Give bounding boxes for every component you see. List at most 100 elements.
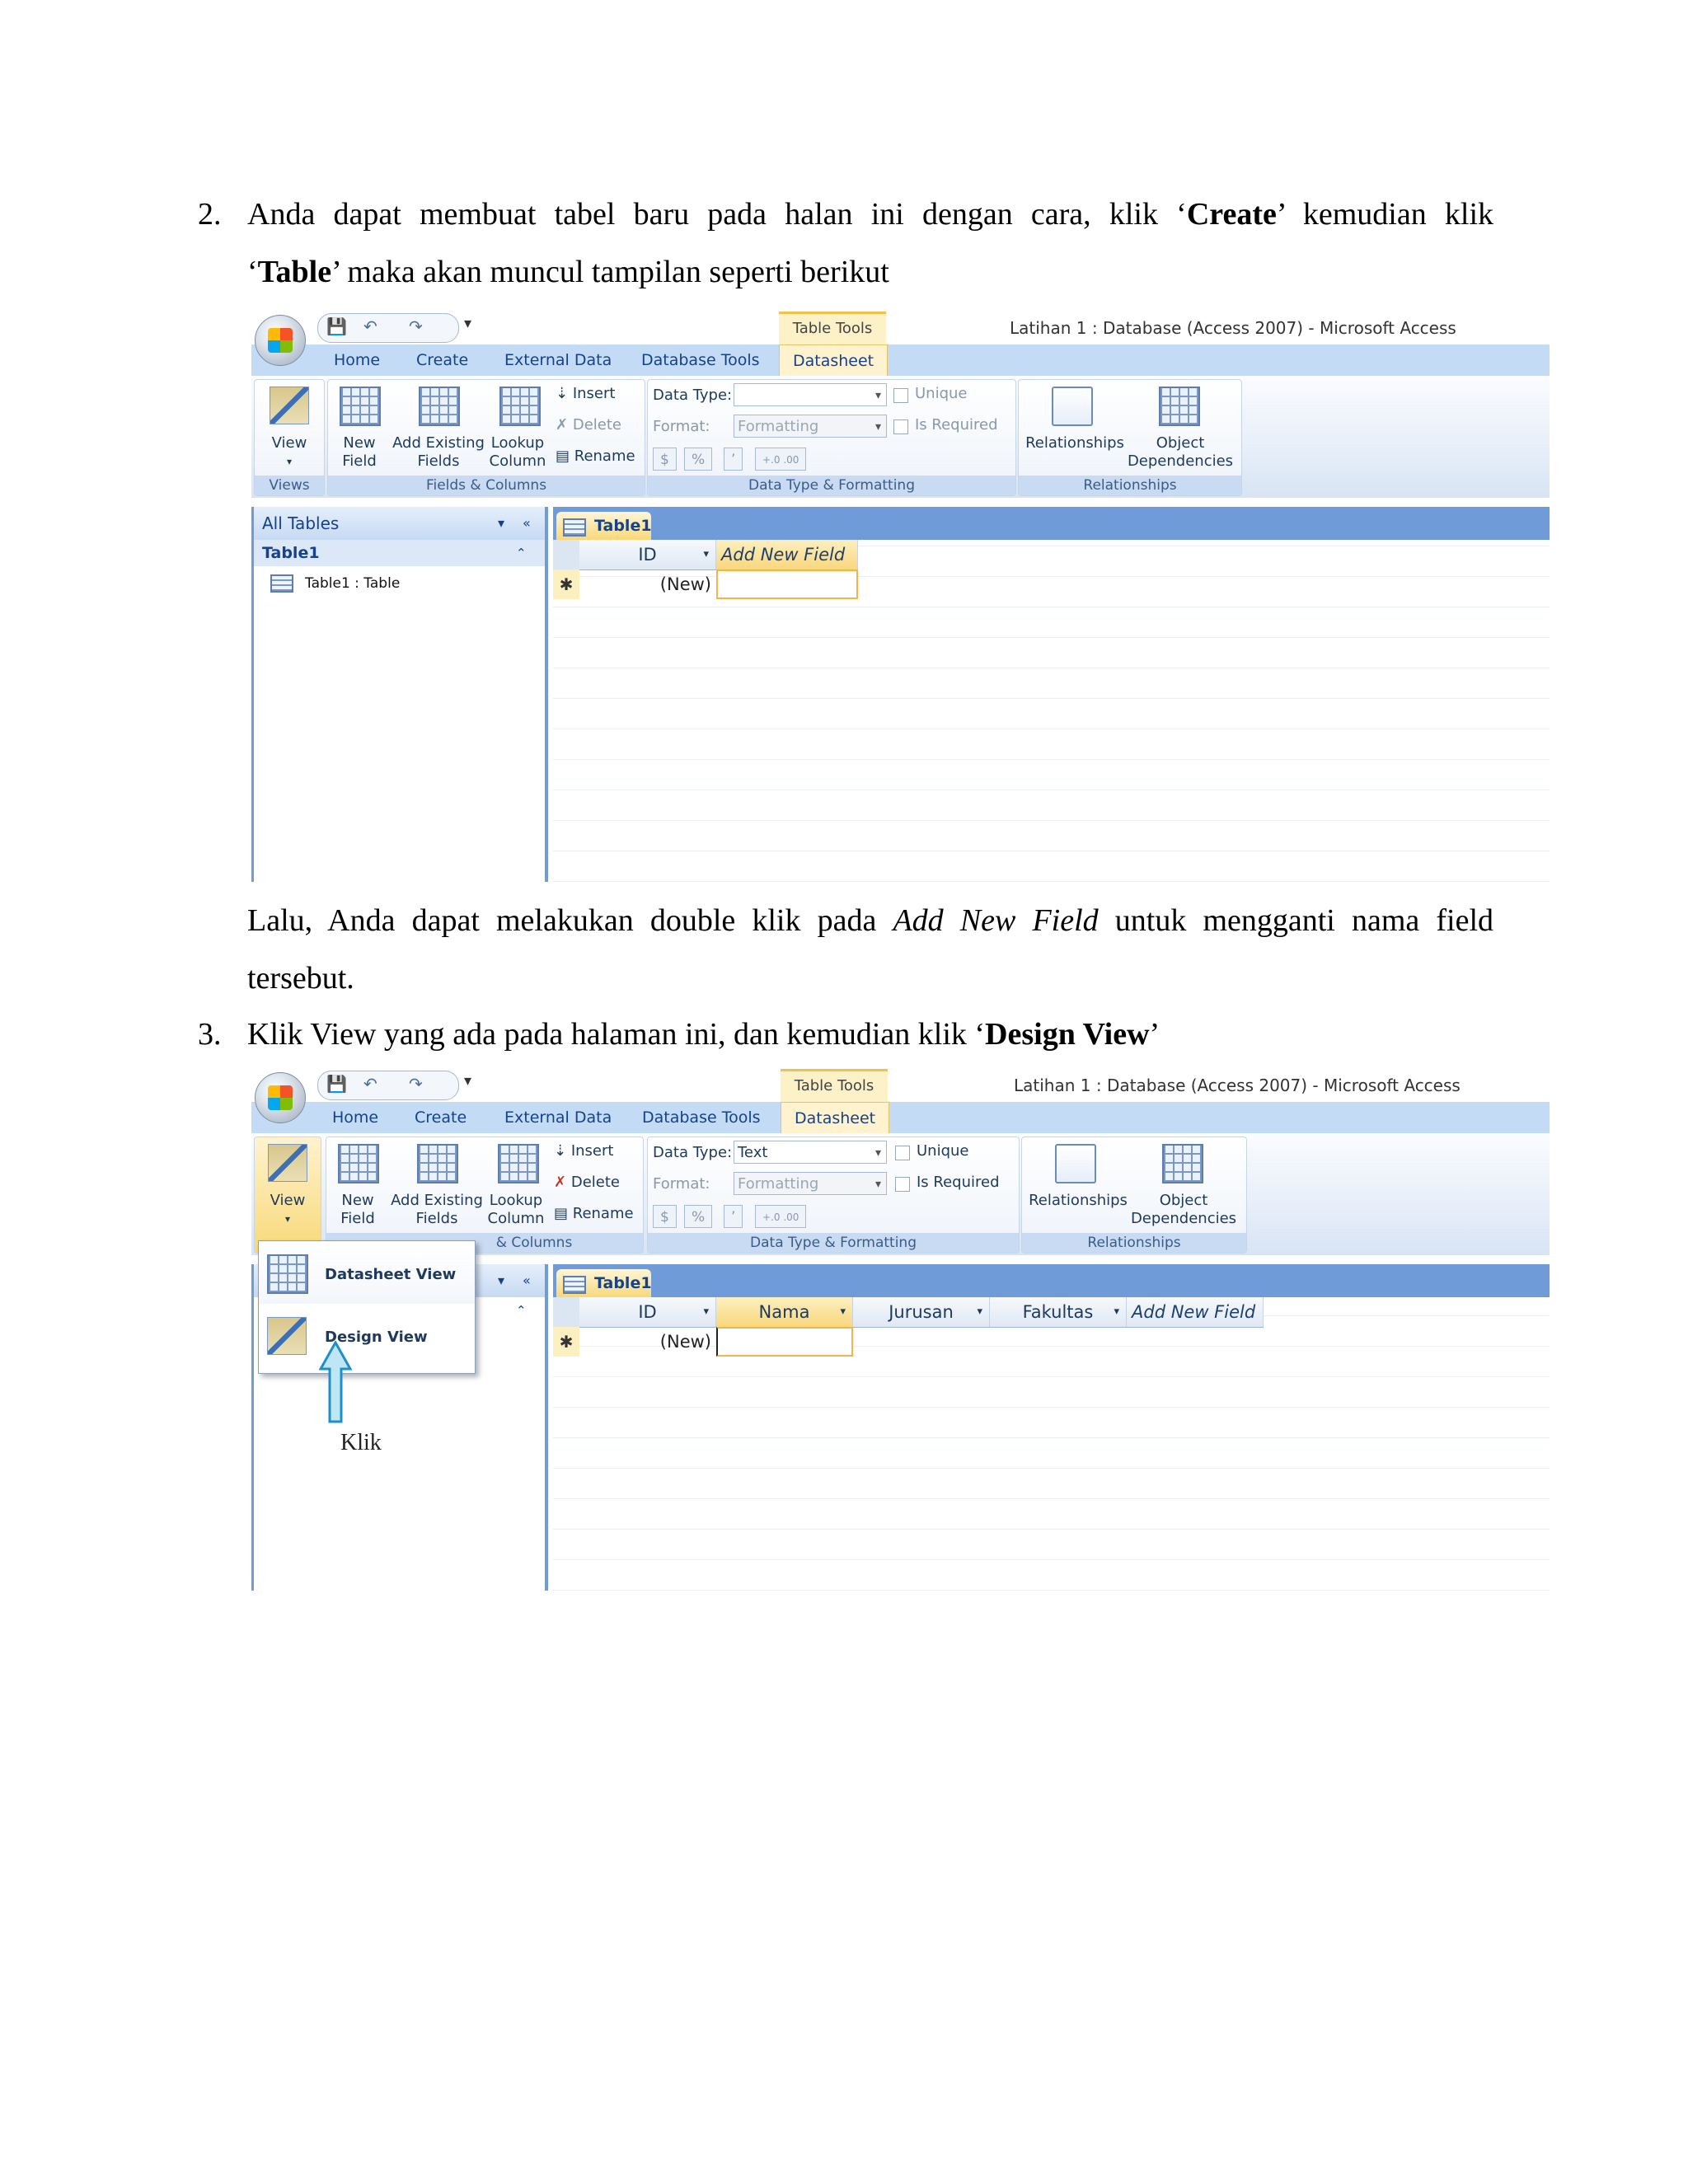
view-button[interactable]: View bbox=[255, 434, 324, 452]
chevron-down-icon[interactable]: ▾ bbox=[255, 452, 324, 471]
new-field-button[interactable]: New Field bbox=[326, 1192, 389, 1228]
currency-button[interactable]: $ bbox=[653, 1205, 677, 1228]
tab-home[interactable]: Home bbox=[332, 1102, 378, 1133]
percent-button[interactable]: % bbox=[684, 448, 713, 471]
add-existing-fields-icon[interactable] bbox=[419, 387, 460, 426]
increase-decimals-button[interactable]: +.0 .00 bbox=[755, 448, 807, 471]
format-combo[interactable]: Formatting bbox=[734, 415, 887, 438]
save-icon[interactable]: 💾 bbox=[326, 1074, 347, 1094]
tab-table1[interactable]: Table1 bbox=[556, 512, 652, 540]
id-cell[interactable]: (New) bbox=[579, 569, 716, 599]
nama-cell[interactable] bbox=[716, 1327, 853, 1357]
new-field-button[interactable]: New Field bbox=[328, 434, 391, 471]
add-existing-fields-button[interactable]: Add Existing Fields bbox=[391, 434, 486, 471]
lookup-column-button[interactable]: Lookup Column bbox=[485, 1192, 547, 1228]
object-dependencies-button[interactable]: Object Dependencies bbox=[1123, 434, 1238, 471]
collapse-pane-icon[interactable]: « bbox=[523, 507, 531, 540]
column-header-id[interactable]: ID ▾ bbox=[579, 1297, 716, 1327]
data-type-combo[interactable]: Text bbox=[734, 1141, 887, 1165]
chevron-down-icon[interactable]: ▾ bbox=[840, 1297, 846, 1327]
datasheet-grid[interactable]: ID ▾ Nama ▾ Jurusan ▾ Fakultas ▾ Add New Fie… bbox=[553, 1297, 1550, 1591]
chevron-down-icon[interactable]: ▾ bbox=[977, 1297, 982, 1327]
quick-access-toolbar[interactable]: 💾 ↶ ↷ bbox=[317, 313, 459, 343]
nav-dropdown-icon[interactable]: ▾ bbox=[498, 507, 504, 540]
save-icon[interactable]: 💾 bbox=[326, 316, 347, 336]
add-existing-fields-icon[interactable] bbox=[417, 1144, 458, 1183]
column-header-add-new-field[interactable]: Add New Field bbox=[716, 540, 858, 569]
collapse-group-icon[interactable]: ⌃ bbox=[516, 540, 527, 566]
rename-button[interactable]: ▤ Rename bbox=[556, 448, 635, 465]
undo-icon[interactable]: ↶ bbox=[363, 316, 377, 336]
currency-button[interactable]: $ bbox=[653, 448, 677, 471]
lookup-column-button[interactable]: Lookup Column bbox=[486, 434, 549, 471]
nav-pane-header[interactable]: All Tables ▾ « bbox=[254, 507, 545, 540]
office-button[interactable] bbox=[255, 1072, 306, 1123]
data-type-combo[interactable] bbox=[734, 383, 887, 407]
select-all-cell[interactable] bbox=[553, 1297, 579, 1327]
tab-datasheet[interactable]: Datasheet bbox=[779, 344, 889, 377]
collapse-group-icon[interactable]: ⌃ bbox=[516, 1297, 527, 1324]
add-existing-fields-button[interactable]: Add Existing Fields bbox=[389, 1192, 485, 1228]
new-record-row[interactable]: ✱ (New) bbox=[553, 569, 858, 599]
collapse-pane-icon[interactable]: « bbox=[523, 1264, 531, 1297]
column-header-id[interactable]: ID ▾ bbox=[579, 540, 716, 569]
tab-database-tools[interactable]: Database Tools bbox=[642, 1102, 761, 1133]
tab-create[interactable]: Create bbox=[415, 1102, 467, 1133]
comma-button[interactable]: ’ bbox=[724, 1205, 743, 1228]
chevron-down-icon[interactable]: ▾ bbox=[1114, 1297, 1119, 1327]
menu-item-datasheet-view[interactable]: Datasheet View bbox=[259, 1246, 475, 1304]
redo-icon[interactable]: ↷ bbox=[409, 1074, 423, 1094]
object-dependencies-icon[interactable] bbox=[1162, 1144, 1203, 1183]
column-header-fakultas[interactable]: Fakultas ▾ bbox=[990, 1297, 1127, 1327]
view-button[interactable]: View bbox=[255, 1192, 321, 1210]
column-header-nama[interactable]: Nama ▾ bbox=[716, 1297, 853, 1327]
relationships-icon[interactable] bbox=[1055, 1144, 1096, 1183]
tab-datasheet[interactable]: Datasheet bbox=[781, 1102, 890, 1134]
unique-checkbox[interactable] bbox=[893, 388, 908, 403]
object-dependencies-icon[interactable] bbox=[1159, 387, 1200, 426]
rename-button[interactable]: ▤ Rename bbox=[554, 1205, 634, 1222]
new-field-icon[interactable] bbox=[340, 387, 381, 426]
increase-decimals-button[interactable]: +.0 .00 bbox=[755, 1205, 807, 1228]
column-header-jurusan[interactable]: Jurusan ▾ bbox=[853, 1297, 990, 1327]
format-combo[interactable]: Formatting bbox=[734, 1172, 887, 1196]
percent-button[interactable]: % bbox=[684, 1205, 713, 1228]
nav-item-table1[interactable]: Table1 : Table bbox=[270, 571, 400, 596]
office-button[interactable] bbox=[255, 315, 306, 366]
new-field-icon[interactable] bbox=[338, 1144, 379, 1183]
tab-table1[interactable]: Table1 bbox=[556, 1269, 652, 1297]
customize-toolbar-icon[interactable]: ▾ bbox=[464, 315, 471, 332]
delete-button[interactable]: ✗ Delete bbox=[556, 416, 621, 434]
is-required-checkbox[interactable] bbox=[895, 1177, 910, 1192]
tab-create[interactable]: Create bbox=[416, 344, 468, 376]
redo-icon[interactable]: ↷ bbox=[409, 316, 423, 336]
column-header-add-new-field[interactable]: Add New Field bbox=[1127, 1297, 1264, 1327]
undo-icon[interactable]: ↶ bbox=[363, 1074, 377, 1094]
select-all-cell[interactable] bbox=[553, 540, 579, 569]
delete-button[interactable]: ✗ Delete bbox=[554, 1174, 620, 1191]
new-record-row[interactable]: ✱ (New) bbox=[553, 1327, 1264, 1357]
chevron-down-icon[interactable]: ▾ bbox=[255, 1210, 321, 1228]
view-icon[interactable] bbox=[270, 387, 309, 424]
tab-home[interactable]: Home bbox=[334, 344, 380, 376]
add-new-field-cell[interactable] bbox=[716, 569, 858, 599]
relationships-button[interactable]: Relationships bbox=[1019, 434, 1131, 452]
is-required-checkbox[interactable] bbox=[893, 419, 908, 434]
relationships-icon[interactable] bbox=[1052, 387, 1093, 426]
view-icon[interactable] bbox=[268, 1144, 307, 1182]
chevron-down-icon[interactable]: ▾ bbox=[703, 1297, 709, 1327]
comma-button[interactable]: ’ bbox=[724, 448, 743, 471]
quick-access-toolbar[interactable]: 💾 ↶ ↷ bbox=[317, 1071, 459, 1100]
object-dependencies-button[interactable]: Object Dependencies bbox=[1126, 1192, 1241, 1228]
chevron-down-icon[interactable]: ▾ bbox=[703, 540, 709, 569]
datasheet-grid[interactable]: ID ▾ Add New Field ✱ (New) bbox=[553, 540, 1550, 882]
customize-toolbar-icon[interactable]: ▾ bbox=[464, 1072, 471, 1090]
tab-external-data[interactable]: External Data bbox=[504, 1102, 612, 1133]
unique-checkbox[interactable] bbox=[895, 1146, 910, 1160]
nav-dropdown-icon[interactable]: ▾ bbox=[498, 1264, 504, 1297]
insert-button[interactable]: ⇣ Insert bbox=[556, 385, 615, 402]
menu-item-design-view[interactable]: Design View bbox=[259, 1309, 475, 1366]
relationships-button[interactable]: Relationships bbox=[1022, 1192, 1134, 1210]
tab-external-data[interactable]: External Data bbox=[504, 344, 612, 376]
tab-database-tools[interactable]: Database Tools bbox=[641, 344, 760, 376]
